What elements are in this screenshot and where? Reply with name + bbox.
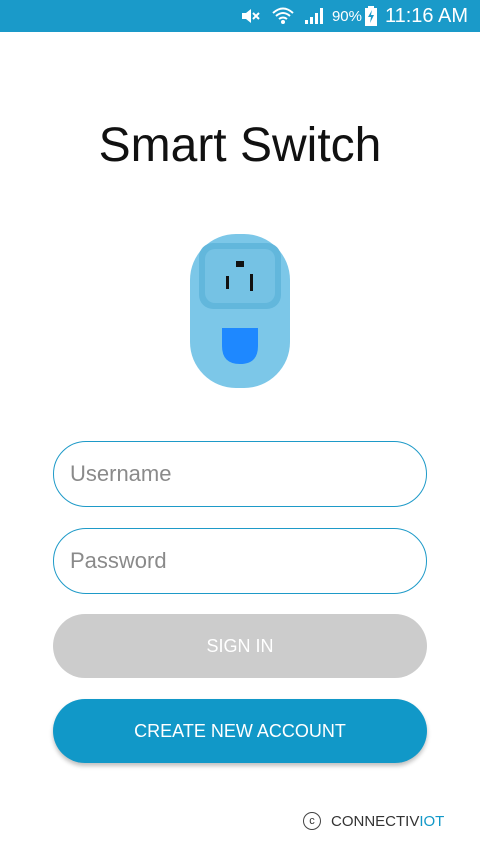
password-input[interactable] xyxy=(53,528,427,594)
app-title: Smart Switch xyxy=(98,119,382,172)
brand-name-accent: IOT xyxy=(419,812,445,830)
copyright-icon: c xyxy=(303,812,321,830)
battery-charging-icon xyxy=(364,6,377,26)
brand-name: CONNECTIV xyxy=(331,812,420,830)
smart-plug-icon xyxy=(190,234,290,388)
username-input[interactable] xyxy=(53,441,427,507)
status-time: 11:16 AM xyxy=(384,4,468,27)
signal-icon xyxy=(304,7,326,25)
create-account-button[interactable]: CREATE NEW ACCOUNT xyxy=(53,699,427,763)
mute-icon xyxy=(240,7,262,25)
brand-footer: c CONNECTIV IOT xyxy=(303,809,444,833)
status-bar: 90% 11:16 AM xyxy=(0,0,480,32)
sign-in-button[interactable]: SIGN IN xyxy=(53,614,427,678)
battery-percent: 90% xyxy=(331,7,362,25)
wifi-icon xyxy=(272,6,294,26)
